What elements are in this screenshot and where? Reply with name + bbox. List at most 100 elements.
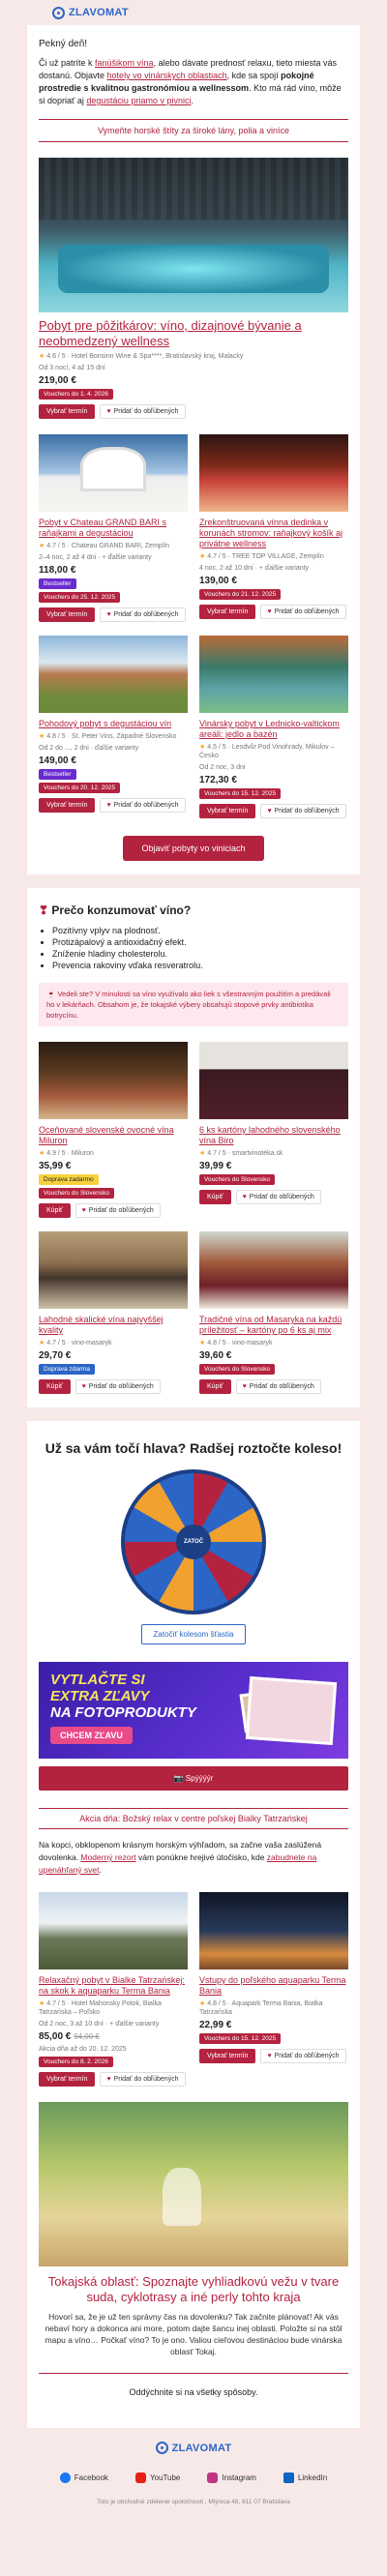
wine-title[interactable]: Oceňované slovenské ovocné vína Miluron [39,1125,188,1146]
hero-image[interactable] [39,158,348,312]
hotel-price: 85,00 € 94,00 € [39,2031,100,2042]
choose-term-button[interactable]: Vybrať termín [199,605,256,619]
discover-wine-stays-button[interactable]: Objaviť pobyty vo viniciach [122,836,265,861]
instagram-link[interactable]: Instagram [207,2472,256,2483]
facebook-link[interactable]: Facebook [59,2472,108,2483]
youtube-link[interactable]: YouTube [134,2472,180,2483]
add-favorite-button[interactable]: ♥ Pridať do obľúbených [260,804,346,818]
voucher-badge: Vouchers do 15. 12. 2025 [199,2033,282,2044]
hotel-image[interactable] [199,1892,348,1969]
choose-term-button[interactable]: Vybrať termín [199,2049,256,2063]
want-discount-button[interactable]: CHCEM ZĽAVU [50,1727,133,1744]
hotel-title[interactable]: Relaxačný pobyt v Bialke Tatrzańskej: na… [39,1975,188,1997]
wine-image[interactable] [199,1042,348,1119]
email-body: Pekný deň! Či už patríte k fanúšikom vín… [27,25,360,874]
voucher-badge: Vouchers do Slovensko [199,1364,275,1375]
logo-icon[interactable] [52,6,65,19]
add-favorite-button[interactable]: ♥ Pridať do obľúbených [100,2072,186,2087]
photo-image [245,1675,338,1746]
add-favorite-button[interactable]: ♥ Pridať do obľúbených [100,798,186,813]
hero-meta: ★ 4.6 / 5 · Hotel Bonsinn Wine & Spa****… [39,353,244,360]
hotel-price: 22,99 € [199,2020,232,2030]
hotel-title[interactable]: Vstupy do poľského aquaparku Terma Bania [199,1975,348,1997]
wheel-title: Už sa vám točí hlava? Radšej roztočte ko… [45,1440,342,1456]
add-favorite-button[interactable]: ♥ Pridať do obľúbených [74,1379,161,1394]
offer-title[interactable]: Pobyt v Chateau GRAND BARI s raňajkami a… [39,518,188,539]
link-wine-hotels[interactable]: hotely vo vinárskych oblastiach [107,71,227,80]
hotels-grid: Relaxačný pobyt v Bialke Tatrzańskej: na… [39,1892,348,2087]
fortune-wheel[interactable]: ZATOČ [121,1469,266,1614]
hotel-card: Vstupy do poľského aquaparku Terma Bania… [199,1892,348,2087]
photo-promo-button[interactable]: 📷 Spýýýýr [39,1766,348,1791]
hero-title[interactable]: Pobyt pre pôžitkárov: víno, dizajnové bý… [39,318,348,349]
heart-icon: ♥ [81,1207,86,1214]
why-wine-title: ❣ Prečo konzumovať víno? [39,903,192,917]
tokaj-title[interactable]: Tokajská oblasť: Spoznajte vyhliadkovú v… [39,2274,348,2305]
link-modern-resort[interactable]: Moderný rezort [80,1852,135,1862]
offer-image[interactable] [199,636,348,713]
buy-button[interactable]: Kúpiť [199,1190,231,1204]
star-icon: ★ [199,1150,206,1157]
star-icon: ★ [39,2000,45,2007]
choose-term-button[interactable]: Vybrať termín [199,804,256,818]
star-icon: ★ [199,1340,206,1347]
hotel-image[interactable] [39,1892,188,1969]
add-favorite-button[interactable]: ♥ Pridať do obľúbených [74,1203,161,1218]
offer-card: Pobyt v Chateau GRAND BARI s raňajkami a… [39,434,188,622]
spin-wheel-button[interactable]: Zatočiť kolesom šťastia [140,1624,247,1644]
divider [39,2373,348,2374]
link-cellar-tasting[interactable]: degustáciu priamo v pivnici [86,96,191,105]
photo-promo-banner[interactable]: VYTLAČTE SI EXTRA ZĽAVY NA FOTOPRODUKTY … [39,1662,348,1759]
choose-term-button[interactable]: Vybrať termín [39,607,96,622]
wine-price: 35,99 € [39,1161,72,1171]
choose-term-button[interactable]: Vybrať termín [39,2072,96,2087]
offer-image[interactable] [199,434,348,512]
wheel-center[interactable]: ZATOČ [176,1525,211,1559]
logo-text[interactable]: ZLAVOMAT [69,7,129,18]
voucher-badge: Vouchers do Slovensko [39,1188,114,1199]
wine-image[interactable] [39,1231,188,1309]
offer-image[interactable] [39,636,188,713]
add-favorite-button[interactable]: ♥ Pridať do obľúbených [235,1379,321,1394]
buy-button[interactable]: Kúpiť [39,1203,71,1218]
wine-card: Lahodné skalické vína najvyššej kvality … [39,1231,188,1394]
buy-button[interactable]: Kúpiť [199,1379,231,1394]
add-favorite-button[interactable]: ♥ Pridať do obľúbených [260,2049,346,2063]
link-wine-fans[interactable]: fanúšikom vína [95,58,154,68]
heart-icon: ♥ [267,2053,272,2059]
offer-title[interactable]: Vinársky pobyt v Lednicko-valtickom areá… [199,719,348,740]
footer: ZLAVOMAT Facebook YouTube Instagram Link… [0,2428,387,2505]
offer-image[interactable] [39,434,188,512]
wine-title[interactable]: 6 ks kartóny lahodného slovenského vína … [199,1125,348,1146]
buy-button[interactable]: Kúpiť [39,1379,71,1394]
instagram-icon [207,2472,219,2483]
add-favorite-button[interactable]: ♥ Pridať do obľúbených [235,1190,321,1204]
wine-image[interactable] [199,1231,348,1309]
offer-price: 172,30 € [199,775,237,785]
offer-card: Zrekonštruovaná vínna dedinka v korunách… [199,434,348,622]
star-icon: ★ [39,1150,45,1157]
wine-card: Tradičné vína od Masaryka na každú príle… [199,1231,348,1394]
footer-logo[interactable]: ZLAVOMAT [155,2442,232,2454]
add-favorite-button[interactable]: ♥ Pridať do obľúbených [100,607,186,622]
offers-grid: Pobyt v Chateau GRAND BARI s raňajkami a… [39,434,348,818]
wines-grid: Oceňované slovenské ovocné vína Miluron … [39,1042,348,1394]
wine-image[interactable] [39,1042,188,1119]
offer-title[interactable]: Pohodový pobyt s degustáciou vín [39,719,188,729]
add-favorite-button[interactable]: ♥ Pridať do obľúbených [260,605,346,619]
choose-term-button[interactable]: Vybrať termín [39,798,96,813]
greeting: Pekný deň! [39,39,88,49]
wine-title[interactable]: Lahodné skalické vína najvyššej kvality [39,1315,188,1336]
choose-term-button[interactable]: Vybrať termín [39,404,96,419]
add-favorite-button[interactable]: ♥ Pridať do obľúbených [100,404,186,419]
offer-price: 118,00 € [39,565,76,576]
wine-title[interactable]: Tradičné vína od Masaryka na každú príle… [199,1315,348,1336]
wheel-section: Už sa vám točí hlava? Radšej roztočte ko… [27,1421,360,2428]
linkedin-link[interactable]: LinkedIn [283,2472,327,2483]
star-icon: ★ [199,2000,206,2007]
tokaj-image[interactable] [39,2102,348,2266]
offer-title[interactable]: Zrekonštruovaná vínna dedinka v korunách… [199,518,348,549]
heart-icon: ♥ [106,802,111,809]
offer-card: Pohodový pobyt s degustáciou vín ★ 4.8 /… [39,636,188,818]
heart-icon: ♥ [106,2076,111,2083]
